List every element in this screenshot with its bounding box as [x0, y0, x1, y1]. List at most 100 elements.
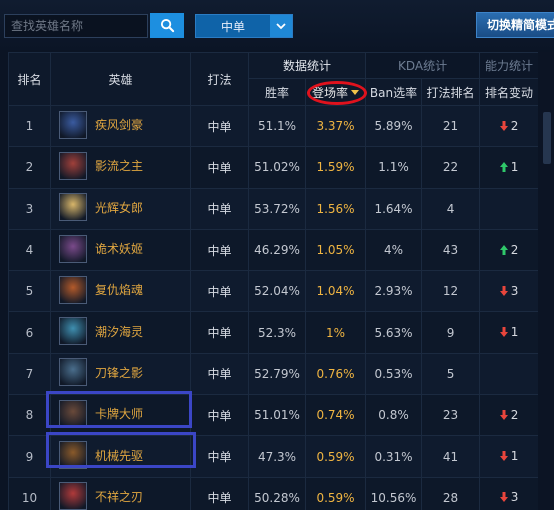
- lane-rank-cell: 21: [421, 104, 481, 148]
- rank-change-value: 3: [510, 283, 519, 298]
- rank-change-cell: 2: [479, 104, 538, 148]
- ban-rate-cell: 5.63%: [365, 311, 423, 354]
- hero-cell[interactable]: 疾风剑豪: [50, 104, 191, 148]
- lane-select[interactable]: 中单: [195, 14, 293, 38]
- scrollbar-thumb[interactable]: [543, 112, 551, 164]
- rank-change-value: 2: [510, 118, 519, 133]
- lane-rank-cell: 41: [421, 435, 481, 478]
- hero-search-input[interactable]: [4, 14, 148, 38]
- hero-avatar[interactable]: [59, 234, 87, 263]
- lane-cell: 中单: [190, 146, 249, 189]
- rank-change-cell: 1: [479, 435, 538, 478]
- ban-rate-cell: 1.64%: [365, 187, 423, 230]
- rank-change-value: 1: [510, 449, 519, 464]
- table-row[interactable]: 2 影流之主 中单 51.02% 1.59% 1.1% 22 1: [8, 146, 538, 189]
- rank-cell: 1: [8, 104, 51, 148]
- hero-cell[interactable]: 不祥之刃: [50, 476, 191, 510]
- header-lane-rank[interactable]: 打法排名: [421, 78, 481, 106]
- hero-name-link[interactable]: 潮汐海灵: [95, 323, 143, 340]
- chevron-down-icon: [270, 15, 292, 37]
- hero-cell[interactable]: 刀锋之影: [50, 352, 191, 396]
- ban-rate-cell: 5.89%: [365, 104, 423, 148]
- table-row[interactable]: 1 疾风剑豪 中单 51.1% 3.37% 5.89% 21 2: [8, 104, 538, 148]
- hero-cell[interactable]: 复仇焰魂: [50, 270, 191, 313]
- table-row[interactable]: 5 复仇焰魂 中单 52.04% 1.04% 2.93% 12 3: [8, 270, 538, 313]
- hero-name-link[interactable]: 机械先驱: [95, 447, 143, 464]
- hero-cell[interactable]: 潮汐海灵: [50, 311, 191, 354]
- hero-name-link[interactable]: 刀锋之影: [95, 364, 143, 381]
- table-row[interactable]: 9 机械先驱 中单 47.3% 0.59% 0.31% 41 1: [8, 432, 538, 478]
- tab-kda-stats[interactable]: KDA统计: [365, 52, 481, 79]
- header-pick-rate[interactable]: 登场率: [304, 78, 367, 106]
- rank-cell: 3: [8, 187, 51, 230]
- hero-cell[interactable]: 诡术妖姬: [50, 228, 191, 272]
- rank-change-value: 1: [510, 325, 519, 340]
- hero-cell[interactable]: 光辉女郎: [50, 187, 191, 230]
- hero-avatar[interactable]: [59, 275, 87, 304]
- hero-name-link[interactable]: 不祥之刃: [95, 488, 143, 505]
- pick-rate-cell: 0.74%: [304, 394, 367, 437]
- rank-change-cell: 1: [479, 311, 538, 354]
- hero-name-link[interactable]: 光辉女郎: [95, 199, 143, 216]
- top-bar: 中单 切换精简模式: [0, 0, 554, 50]
- win-rate-cell: 53.72%: [248, 187, 306, 230]
- header-rank-change[interactable]: 排名变动: [479, 78, 538, 106]
- rank-cell: 10: [8, 476, 51, 510]
- hero-avatar[interactable]: [59, 151, 87, 180]
- hero-cell[interactable]: 机械先驱: [46, 432, 196, 478]
- hero-avatar[interactable]: [59, 441, 87, 470]
- hero-name-link[interactable]: 诡术妖姬: [95, 240, 143, 257]
- header-win-rate[interactable]: 胜率: [248, 78, 306, 106]
- hero-cell[interactable]: 影流之主: [50, 146, 191, 189]
- arrow-down-icon: [499, 120, 508, 131]
- hero-name-link[interactable]: 卡牌大师: [95, 405, 143, 422]
- table-row[interactable]: 3 光辉女郎 中单 53.72% 1.56% 1.64% 4: [8, 187, 538, 230]
- lane-cell: 中单: [190, 476, 249, 510]
- hero-avatar[interactable]: [59, 317, 87, 346]
- pick-rate-cell: 1%: [304, 311, 367, 354]
- ban-rate-cell: 4%: [365, 228, 423, 272]
- lane-rank-cell: 23: [421, 394, 481, 437]
- tab-data-stats[interactable]: 数据统计: [247, 52, 367, 79]
- hero-cell[interactable]: 卡牌大师: [46, 390, 192, 437]
- table-row[interactable]: 8 卡牌大师 中单 51.01% 0.74% 0.8% 23 2: [8, 390, 538, 437]
- ban-rate-cell: 1.1%: [365, 146, 423, 189]
- lane-select-value: 中单: [220, 19, 245, 34]
- tab-ability-stats[interactable]: 能力统计: [479, 52, 538, 79]
- hero-avatar[interactable]: [59, 482, 87, 510]
- lane-cell: 中单: [190, 311, 249, 354]
- rank-change-cell: [479, 187, 538, 230]
- header-ban-rate[interactable]: Ban选率: [365, 78, 423, 106]
- header-hero: 英雄: [50, 52, 191, 106]
- arrow-up-icon: [499, 244, 508, 255]
- hero-avatar[interactable]: [59, 193, 87, 222]
- pick-rate-cell: 0.76%: [304, 352, 367, 396]
- win-rate-cell: 52.79%: [248, 352, 306, 396]
- ban-rate-cell: 0.31%: [365, 435, 423, 478]
- hero-name-link[interactable]: 影流之主: [95, 157, 143, 174]
- rank-change-cell: 2: [479, 228, 538, 272]
- hero-avatar[interactable]: [59, 358, 87, 387]
- table-row[interactable]: 4 诡术妖姬 中单 46.29% 1.05% 4% 43 2: [8, 228, 538, 272]
- arrow-down-icon: [499, 492, 508, 503]
- hero-avatar[interactable]: [59, 399, 87, 428]
- hero-avatar[interactable]: [59, 110, 87, 139]
- win-rate-cell: 47.3%: [248, 435, 306, 478]
- lane-cell: 中单: [190, 352, 249, 396]
- ban-rate-cell: 0.53%: [365, 352, 423, 396]
- table-row[interactable]: 7 刀锋之影 中单 52.79% 0.76% 0.53% 5: [8, 352, 538, 396]
- rank-change-value: 1: [510, 159, 519, 174]
- win-rate-cell: 52.3%: [248, 311, 306, 354]
- table-row[interactable]: 6 潮汐海灵 中单 52.3% 1% 5.63% 9 1: [8, 311, 538, 354]
- search-button[interactable]: [150, 13, 184, 38]
- hero-name-link[interactable]: 疾风剑豪: [95, 116, 143, 133]
- switch-mode-button[interactable]: 切换精简模式: [476, 12, 554, 38]
- lane-rank-cell: 28: [421, 476, 481, 510]
- rank-cell: 4: [8, 228, 51, 272]
- hero-name-link[interactable]: 复仇焰魂: [95, 281, 143, 298]
- pick-rate-cell: 1.56%: [304, 187, 367, 230]
- rank-change-cell: 3: [479, 270, 538, 313]
- rank-change-value: 3: [510, 490, 519, 505]
- table-row[interactable]: 10 不祥之刃 中单 50.28% 0.59% 10.56% 28 3: [8, 476, 538, 510]
- rank-cell: 7: [8, 352, 51, 396]
